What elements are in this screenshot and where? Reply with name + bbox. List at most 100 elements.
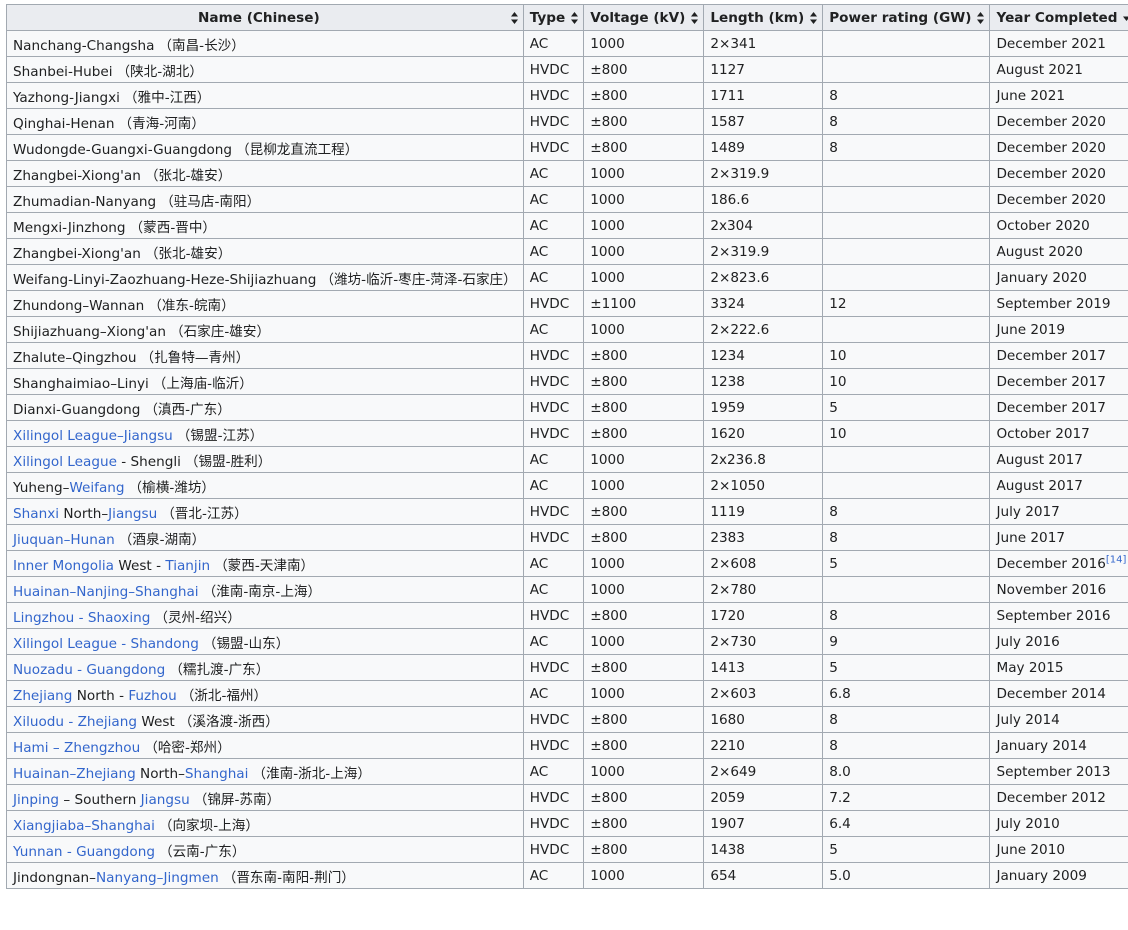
column-header-label: Voltage (kV): [590, 9, 686, 26]
sort-both-icon[interactable]: [977, 11, 985, 24]
wiki-link[interactable]: Weifang: [69, 480, 124, 496]
cell-year: December 2016[14]: [989, 550, 1128, 577]
sort-descending-icon[interactable]: [1123, 12, 1128, 24]
wiki-link[interactable]: Zhejiang: [13, 688, 72, 704]
column-header-year[interactable]: Year Completed: [989, 4, 1128, 31]
column-header-voltage[interactable]: Voltage (kV): [583, 4, 705, 31]
name-text: West -: [114, 557, 166, 574]
cell-length-value: 1119: [710, 503, 745, 520]
column-header-length[interactable]: Length (km): [703, 4, 824, 31]
cell-length: 1907: [703, 810, 824, 837]
cell-power: 8: [822, 82, 991, 109]
cell-voltage: ±800: [583, 784, 705, 811]
cell-power: 12: [822, 290, 991, 317]
wiki-link[interactable]: Huainan–Nanjing–Shanghai: [13, 584, 199, 600]
cell-type-value: HVDC: [529, 815, 570, 832]
cell-year-value: December 2020: [996, 113, 1106, 130]
cell-length: 2×823.6: [703, 264, 824, 291]
chinese-name: （扎鲁特—青州）: [140, 349, 250, 366]
cell-name: Huainan–Nanjing–Shanghai （淮南-南京-上海）: [6, 576, 524, 603]
cell-power: 8.0: [822, 758, 991, 785]
cell-voltage: ±1100: [583, 290, 705, 317]
cell-power: 5.0: [822, 862, 991, 889]
name-text: Dianxi-Guangdong: [13, 401, 141, 418]
cell-voltage: ±800: [583, 420, 705, 447]
cell-type: HVDC: [522, 368, 585, 395]
wiki-link[interactable]: Lingzhou - Shaoxing: [13, 610, 150, 626]
chinese-name: （锡盟-江苏）: [176, 427, 264, 444]
wiki-link[interactable]: Xilingol League - Shandong: [13, 636, 199, 652]
wiki-link[interactable]: Tianjin: [165, 558, 210, 574]
cell-name: Shanbei-Hubei （陕北-湖北）: [6, 56, 524, 83]
cell-type: HVDC: [522, 420, 585, 447]
cell-voltage-value: ±800: [590, 529, 628, 546]
cell-voltage-value: ±800: [590, 87, 628, 104]
cell-power: 5: [822, 836, 991, 863]
cell-type: AC: [522, 628, 585, 655]
sort-both-icon[interactable]: [510, 11, 518, 24]
table-row: Shanxi North–Jiangsu （晋北-江苏） HVDC ±800 1119 8…: [6, 498, 1128, 525]
wiki-link[interactable]: Inner Mongolia: [13, 558, 114, 574]
cell-power-value: 6.4: [829, 815, 851, 832]
chinese-name: （灵州-绍兴）: [154, 609, 241, 626]
sort-both-icon[interactable]: [571, 11, 579, 24]
cell-voltage: ±800: [583, 134, 705, 161]
cell-power: 8: [822, 706, 991, 733]
cell-length: 1413: [703, 654, 824, 681]
wiki-link[interactable]: Xilingol League–Jiangsu: [13, 428, 173, 444]
wiki-link[interactable]: Jiangsu: [141, 792, 190, 808]
cell-type-value: AC: [529, 763, 549, 780]
cell-voltage-value: ±800: [590, 607, 628, 624]
cell-length: 2383: [703, 524, 824, 551]
cell-power: 8: [822, 602, 991, 629]
table-row: Shijiazhuang–Xiong'an （石家庄-雄安） AC 1000 2×222…: [6, 316, 1128, 343]
cell-type-value: AC: [529, 451, 549, 468]
cell-power: 6.8: [822, 680, 991, 707]
cell-length-value: 1438: [710, 841, 745, 858]
cell-power-value: 9: [829, 633, 838, 650]
wiki-link[interactable]: Yunnan - Guangdong: [13, 844, 155, 860]
wiki-link[interactable]: Fuzhou: [128, 688, 176, 704]
column-header-name[interactable]: Name (Chinese): [6, 4, 524, 31]
cell-voltage-value: ±1100: [590, 295, 637, 312]
sort-both-icon[interactable]: [810, 11, 818, 24]
cell-type: HVDC: [522, 134, 585, 161]
cell-power: [822, 316, 991, 343]
wiki-link[interactable]: Hami – Zhengzhou: [13, 740, 140, 756]
wiki-link[interactable]: Nanyang–Jingmen: [96, 870, 219, 886]
cell-year: December 2014: [989, 680, 1128, 707]
wiki-link[interactable]: Jinping: [13, 792, 59, 808]
cell-voltage-value: 1000: [590, 477, 625, 494]
sort-both-icon[interactable]: [691, 11, 699, 24]
column-header-type[interactable]: Type: [522, 4, 585, 31]
wiki-link[interactable]: Xiluodu - Zhejiang: [13, 714, 137, 730]
wiki-link[interactable]: Shanghai: [185, 766, 249, 782]
wiki-link[interactable]: Xiangjiaba–Shanghai: [13, 818, 155, 834]
cell-year-value: January 2014: [996, 737, 1087, 754]
cell-power-value: 8: [829, 737, 838, 754]
cell-name: Xilingol League - Shandong （锡盟-山东）: [6, 628, 524, 655]
cell-year: December 2017: [989, 342, 1128, 369]
cell-length-value: 2210: [710, 737, 745, 754]
cell-voltage-value: 1000: [590, 555, 625, 572]
wiki-link[interactable]: Jiangsu: [108, 506, 157, 522]
cell-name: Qinghai-Henan （青海-河南）: [6, 108, 524, 135]
wiki-link[interactable]: Huainan–Zhejiang: [13, 766, 136, 782]
wiki-link[interactable]: Nuozadu - Guangdong: [13, 662, 165, 678]
column-header-power[interactable]: Power rating (GW): [822, 4, 991, 31]
table-row: Shanbei-Hubei （陕北-湖北） HVDC ±800 1127 August 2…: [6, 56, 1128, 83]
cell-name: Xilingol League–Jiangsu （锡盟-江苏）: [6, 420, 524, 447]
cell-year: December 2020: [989, 134, 1128, 161]
cell-power: 10: [822, 420, 991, 447]
cell-voltage-value: ±800: [590, 347, 628, 364]
cell-voltage-value: ±800: [590, 399, 628, 416]
reference-link[interactable]: [14]: [1106, 554, 1127, 565]
wiki-link[interactable]: Jiuquan–Hunan: [13, 532, 115, 548]
cell-year-value: October 2020: [996, 217, 1090, 234]
wiki-link[interactable]: Xilingol League: [13, 454, 117, 470]
chinese-name: （驻马店-南阳）: [160, 193, 261, 210]
wiki-link[interactable]: Shanxi: [13, 506, 59, 522]
cell-type: AC: [522, 264, 585, 291]
cell-voltage-value: 1000: [590, 451, 625, 468]
cell-type: HVDC: [522, 524, 585, 551]
